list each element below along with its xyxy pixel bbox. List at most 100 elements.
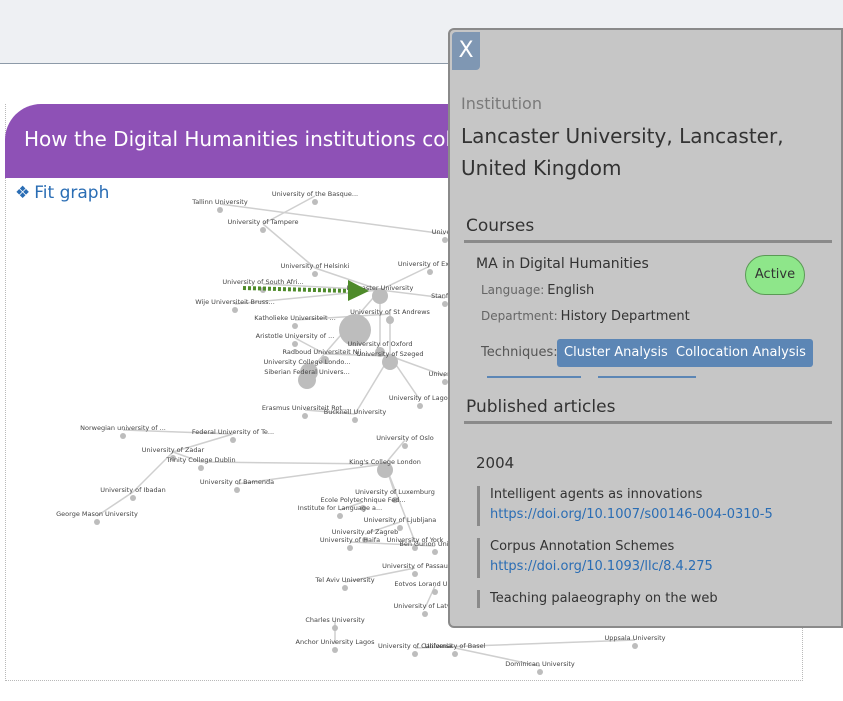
graph-node[interactable] [352,417,358,423]
graph-node-label: University of Oxford [347,340,412,348]
articles-divider [464,421,832,424]
graph-node-label: University of Zadar [142,446,205,454]
graph-node[interactable] [332,647,338,653]
department-value: History Department [560,309,690,324]
department-label: Department: [481,309,558,323]
graph-node-label: Siberian Federal Univers... [264,368,350,376]
article-item: Intelligent agents as innovations https:… [477,486,830,526]
graph-node-label: University of Ibadan [100,486,165,494]
language-label: Language: [481,283,545,297]
graph-node[interactable] [260,227,266,233]
technique-tag[interactable]: Collocation Analysis [669,339,813,367]
graph-node-label: University of St Andrews [350,308,430,316]
graph-node-label: Norwegian university of ... [80,424,166,432]
graph-node[interactable] [342,585,348,591]
technique-tag-partial [598,376,696,378]
article-title: Teaching palaeography on the web [490,591,718,606]
graph-node[interactable] [292,341,298,347]
graph-node[interactable] [432,549,438,555]
courses-heading: Courses [466,216,535,236]
graph-node[interactable] [337,513,343,519]
graph-node-label: University of Szeged [357,350,424,358]
graph-node[interactable] [198,465,204,471]
graph-node[interactable] [232,307,238,313]
graph-node[interactable] [332,625,338,631]
graph-node-label: University College Londo... [264,358,351,366]
graph-node-label: Radboud Universiteit Nij... [283,348,368,356]
article-item: Teaching palaeography on the web [477,590,830,608]
graph-node-label: Bucknell University [324,408,387,416]
language-value: English [547,283,595,298]
graph-node-label: University of Lagos [389,394,452,402]
technique-tag[interactable]: Cluster Analysis [557,339,675,367]
graph-node[interactable] [632,643,638,649]
graph-node[interactable] [427,269,433,275]
graph-node[interactable] [452,651,458,657]
graph-node-label: University of Luxemburg [355,488,435,496]
department-row: Department: History Department [481,309,690,324]
graph-node-label: Federal University of Te... [192,428,274,436]
graph-node-label: Dominican University [505,660,575,668]
course-title: MA in Digital Humanities [476,256,649,272]
graph-node[interactable] [312,271,318,277]
article-year: 2004 [476,454,515,472]
graph-node-label: Aristotle University of ... [256,332,335,340]
techniques-label: Techniques: [481,345,558,360]
graph-node[interactable] [94,519,100,525]
institution-label: Institution [461,94,542,113]
page-title: How the Digital Humanities institutions … [24,127,457,151]
graph-node-label: Charles University [305,616,365,624]
graph-node-label: King's College London [349,458,421,466]
graph-node[interactable] [422,611,428,617]
close-button[interactable]: X [452,32,480,70]
graph-node-label: University of Zagreb [332,528,398,536]
graph-node[interactable] [120,433,126,439]
article-item: Corpus Annotation Schemes https://doi.or… [477,538,830,578]
graph-node[interactable] [230,437,236,443]
graph-node-label: Anchor University Lagos [296,638,376,646]
graph-node[interactable] [292,323,298,329]
graph-node[interactable] [130,495,136,501]
graph-node-label: University of Helsinki [281,262,350,270]
institution-name: Lancaster University, Lancaster, United … [461,124,784,180]
graph-node[interactable] [412,571,418,577]
graph-node-label: University of Haifa [320,536,380,544]
graph-node-label: Uppsala University [604,634,665,642]
graph-node[interactable] [537,669,543,675]
graph-node-label: University of Oslo [376,434,433,442]
courses-divider [464,240,832,243]
graph-node-label: Tel Aviv University [314,576,374,584]
language-row: Language: English [481,283,594,298]
graph-node[interactable] [347,545,353,551]
graph-node-label: Katholieke Universiteit ... [254,314,336,322]
graph-node[interactable] [217,207,223,213]
article-title: Intelligent agents as innovations [490,487,703,502]
graph-node-label: Trinity College Dublin [165,456,235,464]
graph-node-label: Tallinn University [191,198,248,206]
graph-node[interactable] [302,413,308,419]
graph-node-label: University of Tampere [227,218,298,226]
graph-node-label: University of Ljubljana [364,516,437,524]
graph-node[interactable] [312,199,318,205]
graph-node[interactable] [234,487,240,493]
status-badge: Active [745,255,805,295]
graph-node-label: University of South Afri... [222,278,303,286]
graph-node[interactable] [402,443,408,449]
graph-node[interactable] [386,316,394,324]
graph-node-label: Ecole Polytechnique Fed... [320,496,405,504]
graph-node-label: University of the Basque... [272,190,358,198]
technique-tag-partial [487,376,581,378]
article-link[interactable]: https://doi.org/10.1007/s00146-004-0310-… [490,504,830,526]
graph-node-label: Wije Universiteit Bruss... [195,298,275,306]
article-title: Corpus Annotation Schemes [490,539,675,554]
article-link[interactable]: https://doi.org/10.1093/llc/8.4.275 [490,556,830,578]
graph-node-label: George Mason University [56,510,138,518]
institution-panel: X Institution Lancaster University, Lanc… [448,28,843,628]
graph-node[interactable] [412,651,418,657]
graph-node-label: University of Passau [382,562,448,570]
graph-node-label: University of Bamenda [200,478,274,486]
graph-node[interactable] [417,403,423,409]
articles-heading: Published articles [466,397,616,417]
graph-node[interactable] [432,589,438,595]
graph-node-label: University of Basel [425,642,486,650]
